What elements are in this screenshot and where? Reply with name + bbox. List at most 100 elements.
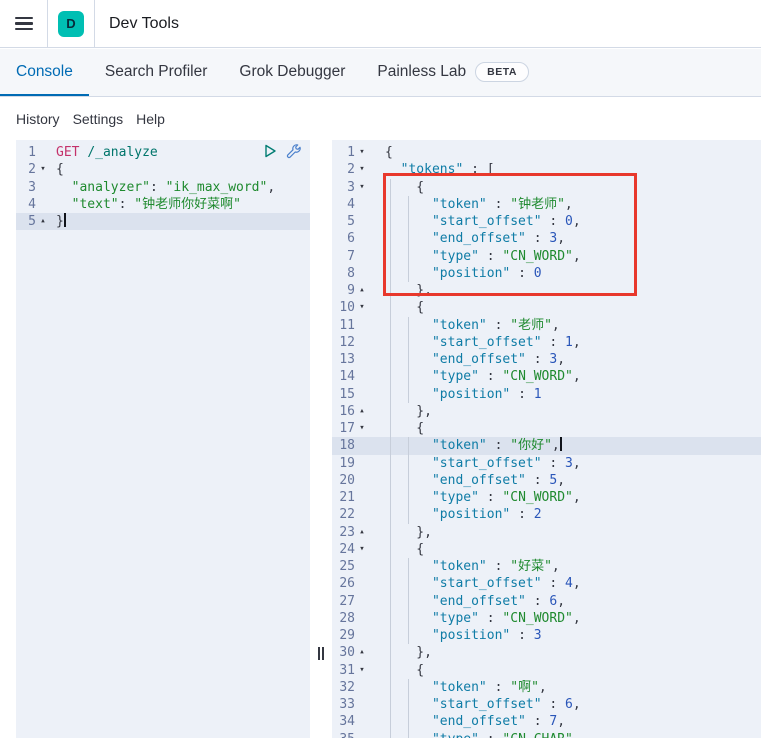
- line-number: 5: [28, 214, 36, 229]
- request-editor[interactable]: 1 GET /_analyze 2 ▾{3 "analyzer": "ik_max_w…: [16, 140, 310, 738]
- response-editor-line-27[interactable]: 27 "end_offset" : 6,: [332, 593, 761, 610]
- request-options-button[interactable]: [286, 143, 302, 159]
- response-editor-line-10[interactable]: 10 ▾ {: [332, 299, 761, 316]
- response-editor-line-20[interactable]: 20 "end_offset" : 5,: [332, 472, 761, 489]
- line-number: 25: [339, 559, 355, 574]
- code-text: "end_offset" : 3,: [431, 231, 566, 247]
- response-editor-line-9[interactable]: 9 ▴ },: [332, 282, 761, 299]
- response-editor-line-15[interactable]: 15 "position" : 1: [332, 386, 761, 403]
- response-editor-line-2[interactable]: 2 ▾ "tokens" : [: [332, 161, 761, 178]
- response-editor-line-31[interactable]: 31 ▾ {: [332, 662, 761, 679]
- fold-open-icon[interactable]: ▾: [355, 541, 369, 558]
- app-logo[interactable]: D: [48, 0, 95, 47]
- response-editor-line-14[interactable]: 14 "type" : "CN_WORD",: [332, 368, 761, 385]
- response-editor-line-6[interactable]: 6 "end_offset" : 3,: [332, 230, 761, 247]
- response-editor[interactable]: 1 ▾{2 ▾ "tokens" : [3 ▾ {4 "token" : "钟老师",…: [332, 140, 761, 738]
- code-text: "start_offset" : 4,: [431, 576, 581, 592]
- gutter: 14: [332, 368, 385, 385]
- response-editor-line-18[interactable]: 18 "token" : "你好",: [332, 437, 761, 455]
- response-editor-line-35[interactable]: 35 "type" : "CN_CHAR",: [332, 731, 761, 738]
- gutter: 32: [332, 679, 385, 696]
- tab-grok-debugger[interactable]: Grok Debugger: [223, 49, 361, 96]
- gutter: 2 ▾: [16, 161, 56, 178]
- gutter: 15: [332, 386, 385, 403]
- fold-open-icon[interactable]: ▾: [36, 161, 50, 178]
- code-text: "tokens" : [: [400, 162, 495, 178]
- response-editor-line-29[interactable]: 29 "position" : 3: [332, 627, 761, 644]
- response-editor-line-4[interactable]: 4 "token" : "钟老师",: [332, 196, 761, 213]
- gutter: 13: [332, 351, 385, 368]
- response-editor-line-22[interactable]: 22 "position" : 2: [332, 506, 761, 523]
- line-number: 13: [339, 352, 355, 367]
- fold-open-icon[interactable]: ▾: [355, 179, 369, 196]
- request-editor-line-3[interactable]: 3 "analyzer": "ik_max_word",: [16, 179, 310, 196]
- response-editor-line-17[interactable]: 17 ▾ {: [332, 420, 761, 437]
- menu-item-help[interactable]: Help: [136, 111, 165, 127]
- fold-open-icon[interactable]: ▾: [355, 144, 369, 161]
- fold-open-icon[interactable]: ▾: [355, 299, 369, 316]
- menu-item-history[interactable]: History: [16, 111, 60, 127]
- tab-search-profiler[interactable]: Search Profiler: [89, 49, 224, 96]
- code-text: },: [385, 403, 432, 419]
- request-editor-line-2[interactable]: 2 ▾{: [16, 161, 310, 178]
- response-editor-line-7[interactable]: 7 "type" : "CN_WORD",: [332, 248, 761, 265]
- code-text: "token" : "啊",: [431, 679, 547, 695]
- gutter: 1: [16, 144, 56, 161]
- send-request-button[interactable]: [262, 143, 278, 159]
- response-editor-line-32[interactable]: 32 "token" : "啊",: [332, 679, 761, 696]
- line-number: 33: [339, 697, 355, 712]
- response-editor-line-11[interactable]: 11 "token" : "老师",: [332, 317, 761, 334]
- indent-guide: [408, 316, 409, 403]
- fold-close-icon[interactable]: ▴: [355, 644, 369, 661]
- code-text: "start_offset" : 0,: [431, 214, 581, 229]
- response-editor-line-16[interactable]: 16 ▴ },: [332, 403, 761, 420]
- response-editor-line-13[interactable]: 13 "end_offset" : 3,: [332, 351, 761, 368]
- fold-close-icon[interactable]: ▴: [355, 282, 369, 299]
- gutter: 30 ▴: [332, 644, 385, 661]
- gutter: 4: [16, 196, 56, 213]
- response-editor-line-25[interactable]: 25 "token" : "好菜",: [332, 558, 761, 575]
- response-editor-line-33[interactable]: 33 "start_offset" : 6,: [332, 696, 761, 713]
- code-text: "type" : "CN_CHAR",: [385, 731, 761, 738]
- response-editor-line-3[interactable]: 3 ▾ {: [332, 179, 761, 196]
- response-editor-line-5[interactable]: 5 "start_offset" : 0,: [332, 213, 761, 230]
- gutter: 28: [332, 610, 385, 627]
- line-number: 20: [339, 472, 355, 488]
- response-editor-line-24[interactable]: 24 ▾ {: [332, 541, 761, 558]
- response-editor-line-21[interactable]: 21 "type" : "CN_WORD",: [332, 489, 761, 506]
- fold-close-icon[interactable]: ▴: [36, 213, 50, 230]
- request-editor-line-4[interactable]: 4 "text": "钟老师你好菜啊": [16, 196, 310, 213]
- response-editor-line-28[interactable]: 28 "type" : "CN_WORD",: [332, 610, 761, 627]
- code-text: },: [385, 645, 432, 661]
- tab-console[interactable]: Console: [0, 49, 89, 96]
- response-editor-line-1[interactable]: 1 ▾{: [332, 144, 761, 161]
- menu-item-settings[interactable]: Settings: [73, 111, 124, 127]
- code-text: {: [385, 541, 425, 557]
- response-editor-line-26[interactable]: 26 "start_offset" : 4,: [332, 575, 761, 592]
- fold-close-icon[interactable]: ▴: [355, 524, 369, 541]
- panel-resize-handle[interactable]: [313, 642, 329, 664]
- hamburger-menu-button[interactable]: [0, 0, 48, 47]
- fold-open-icon[interactable]: ▾: [355, 420, 369, 437]
- code-text: "token" : "钟老师",: [431, 196, 573, 212]
- response-editor-line-34[interactable]: 34 "end_offset" : 7,: [332, 713, 761, 730]
- response-editor-line-8[interactable]: 8 "position" : 0: [332, 265, 761, 282]
- request-editor-line-5[interactable]: 5 ▴}: [16, 213, 310, 231]
- gutter: 4: [332, 196, 385, 213]
- tab-painless-lab[interactable]: Painless Lab BETA: [361, 49, 545, 96]
- code-text: {: [385, 300, 425, 316]
- fold-close-icon[interactable]: ▴: [355, 403, 369, 420]
- fold-open-icon[interactable]: ▾: [355, 662, 369, 679]
- response-editor-line-12[interactable]: 12 "start_offset" : 1,: [332, 334, 761, 351]
- response-editor-line-19[interactable]: 19 "start_offset" : 3,: [332, 455, 761, 472]
- response-editor-line-23[interactable]: 23 ▴ },: [332, 524, 761, 541]
- response-editor-line-30[interactable]: 30 ▴ },: [332, 644, 761, 661]
- fold-open-icon[interactable]: ▾: [355, 161, 369, 178]
- gutter: 25: [332, 558, 385, 575]
